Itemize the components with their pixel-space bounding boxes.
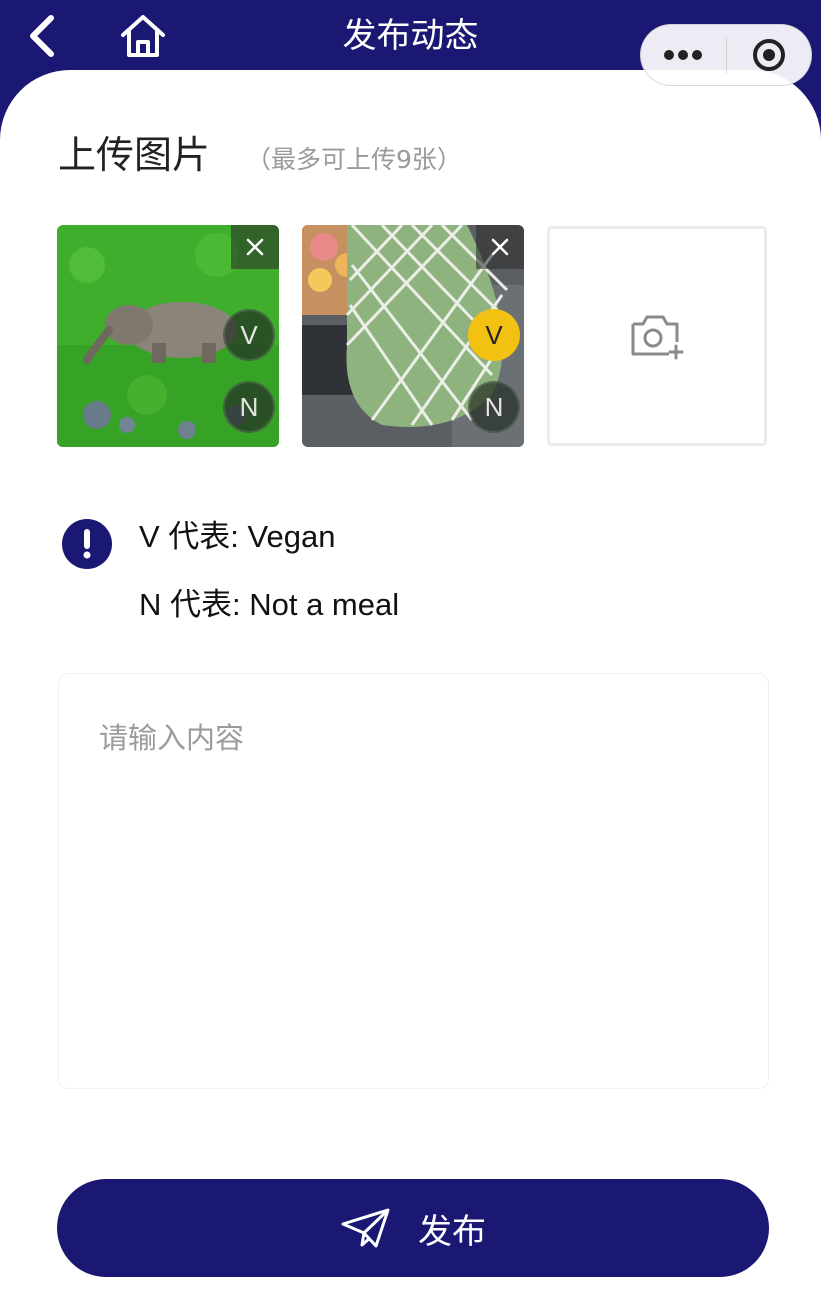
more-dots-icon [664, 50, 703, 60]
legend-vegan: V 代表: Vegan [139, 519, 336, 554]
publish-label: 发布 [418, 1211, 486, 1252]
more-button[interactable] [641, 24, 726, 86]
close-icon [491, 238, 509, 256]
close-icon [246, 238, 264, 256]
mini-program-capsule [640, 24, 812, 86]
chevron-left-icon [30, 15, 54, 57]
target-circle-icon [752, 39, 785, 71]
vegan-tag-toggle[interactable]: V [468, 309, 520, 361]
not-a-meal-tag-toggle[interactable]: N [468, 381, 520, 433]
back-button[interactable] [22, 12, 62, 60]
publish-button[interactable]: 发布 [57, 1179, 769, 1277]
content-input-container [58, 673, 769, 1089]
add-image-button[interactable] [547, 226, 767, 446]
close-mini-program-button[interactable] [727, 24, 812, 86]
paper-plane-icon [341, 1208, 390, 1248]
upload-section-title: 上传图片 [58, 133, 211, 177]
content-input[interactable] [59, 674, 768, 1088]
not-a-meal-tag-toggle[interactable]: N [223, 381, 275, 433]
remove-image-2-button[interactable] [476, 225, 524, 269]
exclamation-icon [62, 519, 112, 569]
uploaded-image-2[interactable]: V N [302, 225, 524, 447]
home-button[interactable] [116, 10, 170, 62]
remove-image-1-button[interactable] [231, 225, 279, 269]
vegan-tag-toggle[interactable]: V [223, 309, 275, 361]
uploaded-image-1[interactable]: V N [57, 225, 279, 447]
home-icon [121, 15, 165, 57]
legend-not-a-meal: N 代表: Not a meal [139, 587, 400, 622]
camera-add-icon [631, 315, 684, 360]
upload-limit-hint: （最多可上传9张） [246, 145, 462, 174]
